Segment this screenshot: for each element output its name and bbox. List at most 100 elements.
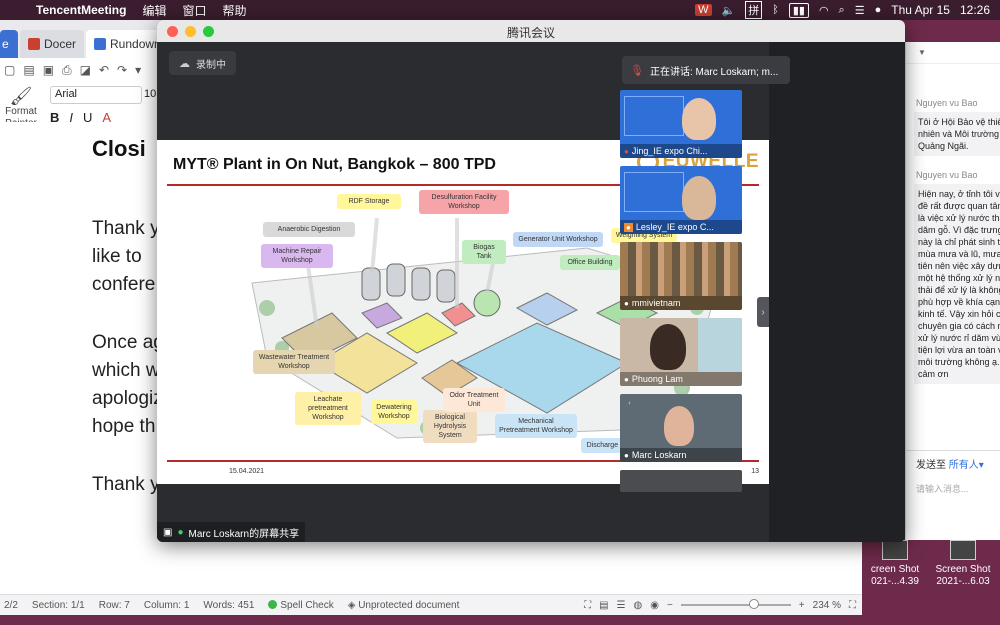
speaking-indicator: 🎙 正在讲话: Marc Loskarn; m...	[622, 56, 790, 84]
label-generator-unit: Generator Unit Workshop	[513, 232, 603, 247]
menu-help[interactable]: 帮助	[214, 2, 254, 19]
status-column: Column: 1	[143, 599, 190, 611]
participant-video	[650, 324, 686, 370]
open-icon[interactable]: ▢	[4, 63, 15, 77]
document-icon	[94, 38, 107, 50]
desktop-file[interactable]: creen Shot 021-...4.39	[860, 540, 930, 588]
volume-icon[interactable]: 🔈	[722, 4, 736, 17]
chevron-right-icon[interactable]: ›	[757, 297, 769, 327]
participant-name: mmivietnam	[631, 298, 681, 308]
screenshot-thumbnail	[882, 540, 908, 560]
battery-icon[interactable]: ▮▮	[788, 2, 809, 18]
input-method-icon[interactable]: 拼	[745, 1, 763, 19]
doc-line: hope th	[92, 416, 156, 437]
menu-window[interactable]: 窗口	[174, 2, 214, 19]
web-view-icon[interactable]: ◍	[633, 600, 642, 611]
zoom-out-icon[interactable]: −	[667, 600, 673, 611]
page-view-icon[interactable]: ▤	[599, 600, 608, 611]
label-wastewater-treatment: Wastewater Treatment Workshop	[253, 350, 335, 374]
zoom-slider[interactable]	[680, 599, 791, 609]
dropdown-icon[interactable]: ▾	[135, 63, 141, 77]
participant-tile[interactable]: ● mmivietnam	[620, 242, 742, 310]
menu-app-name[interactable]: TencentMeeting	[28, 3, 134, 17]
tab-docer[interactable]: Docer	[20, 30, 85, 58]
logo-icon: ◐	[628, 400, 633, 407]
collapse-icon[interactable]: ▼	[918, 48, 926, 57]
meeting-window-title: 腾讯会议	[506, 26, 555, 40]
menubar-date[interactable]: Thu Apr 15	[891, 3, 950, 17]
mac-menubar: TencentMeeting 编辑 窗口 帮助 W 🔈 拼 ᛒ ▮▮ ◠ ⌕ ☰…	[0, 0, 1000, 20]
status-page[interactable]: 2/2	[4, 600, 18, 611]
label-desulfuration: Desulfuration Facility Workshop	[419, 190, 509, 214]
spotlight-icon[interactable]: ⌕	[839, 4, 845, 17]
bluetooth-icon[interactable]: ᛒ	[772, 4, 779, 16]
doc-line: Thank y	[92, 218, 160, 239]
wps-status-icon[interactable]: W	[695, 4, 712, 16]
wifi-icon[interactable]: ◠	[819, 4, 829, 17]
zoom-value[interactable]: 234 %	[813, 600, 841, 611]
menu-edit[interactable]: 编辑	[134, 2, 174, 19]
label-leachate-pretreatment: Leachate pretreatment Workshop	[295, 392, 361, 425]
label-rdf-storage: RDF Storage	[337, 194, 401, 209]
participant-tile[interactable]: ◐ ● Marc Loskarn	[620, 394, 742, 462]
font-size-select[interactable]: 10	[144, 86, 156, 104]
undo-icon[interactable]: ↶	[99, 63, 109, 77]
slide-date: 15.04.2021	[229, 468, 265, 475]
doc-line: Thank y	[92, 474, 160, 495]
status-words[interactable]: Words: 451	[203, 600, 254, 611]
participant-tile[interactable]	[620, 470, 742, 492]
control-center-icon[interactable]: ☰	[855, 4, 865, 17]
chat-input[interactable]: 请输入消息...	[916, 482, 969, 495]
chat-sender: Nguyen vu Bao	[916, 170, 978, 180]
fit-icon[interactable]: ⛶	[584, 600, 591, 611]
print-icon[interactable]: ⎙	[62, 63, 72, 78]
protection-status[interactable]: ◈ Unprotected document	[348, 600, 460, 611]
desktop-file[interactable]: Screen Shot 2021-...6.03	[928, 540, 998, 588]
participant-tile[interactable]: ● Phuong Lam	[620, 318, 742, 386]
recording-label: 录制中	[196, 59, 226, 71]
siri-icon[interactable]: ●	[875, 4, 882, 16]
chevron-down-icon[interactable]: ▾	[979, 460, 984, 471]
cloud-record-icon: ☁	[179, 57, 190, 70]
tab-home[interactable]: e	[0, 30, 18, 58]
banner-graphic	[624, 96, 684, 136]
send-to-selector[interactable]: 发送至 所有人▾	[916, 456, 984, 471]
microphone-muted-icon: ●	[624, 146, 629, 156]
document-page[interactable]: Closi Thank y like to confere Once ag wh…	[0, 122, 160, 587]
zoom-slider-thumb[interactable]	[748, 599, 759, 609]
pdf-icon[interactable]: ▣	[43, 63, 54, 77]
microphone-icon: ●	[624, 298, 629, 308]
microphone-icon: ●	[624, 374, 629, 384]
shield-icon: ◈	[347, 599, 359, 611]
label-biogas-tank: Biogas Tank	[462, 240, 506, 264]
meeting-titlebar: 腾讯会议	[157, 20, 905, 42]
participant-tile[interactable]: ● Lesley_IE expo C...	[620, 166, 742, 234]
save-icon[interactable]: ▤	[23, 63, 34, 77]
outline-view-icon[interactable]: ☰	[617, 600, 626, 611]
chat-message: Hiện nay, ở tỉnh tôi vấn đề rất được qua…	[914, 184, 1000, 384]
redo-icon[interactable]: ↷	[117, 63, 127, 77]
status-row: Row: 7	[98, 599, 130, 611]
doc-heading: Closi	[92, 136, 146, 161]
file-name: creen Shot	[870, 564, 920, 575]
participant-name-bar: ● Lesley_IE expo C...	[620, 220, 742, 234]
screenshot-thumbnail	[950, 540, 976, 560]
doc-line: confere	[92, 274, 156, 295]
menubar-time[interactable]: 12:26	[960, 3, 990, 17]
file-name-suffix: 021-...4.39	[871, 576, 919, 587]
font-name-select[interactable]: Arial	[50, 86, 142, 104]
chat-sender: Nguyen vu Bao	[916, 98, 978, 108]
banner-graphic	[624, 172, 684, 212]
file-name-suffix: 2021-...6.03	[936, 576, 990, 587]
participant-tile[interactable]: ● Jing_IE expo Chi...	[620, 90, 742, 158]
fullscreen-icon[interactable]: ⛶	[849, 600, 856, 611]
send-to-value[interactable]: 所有人	[949, 460, 979, 471]
participant-name: Jing_IE expo Chi...	[631, 146, 708, 156]
participant-video	[682, 98, 716, 140]
spell-check-button[interactable]: Spell Check	[268, 600, 334, 611]
preview-icon[interactable]: ◪	[80, 63, 91, 77]
recording-indicator[interactable]: ☁ 录制中	[169, 51, 236, 75]
zoom-controls: ⛶ ▤ ☰ ◍ ◉ − + 234 % ⛶	[584, 599, 862, 611]
eye-icon[interactable]: ◉	[650, 600, 659, 611]
zoom-in-icon[interactable]: +	[799, 600, 805, 611]
